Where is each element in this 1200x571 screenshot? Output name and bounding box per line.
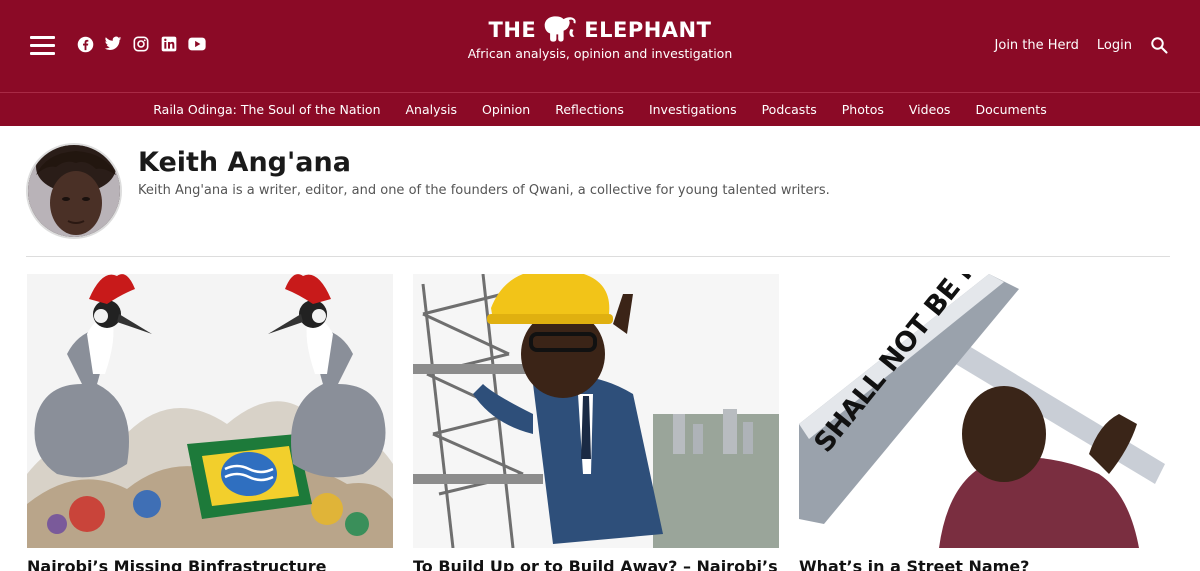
elephant-icon: [544, 16, 576, 42]
logo-text-elephant: ELEPHANT: [584, 18, 712, 42]
article-title[interactable]: What’s in a Street Name?: [799, 557, 1165, 571]
article-card[interactable]: SHALL NOT BE NAMED What’s in a Street Na…: [799, 274, 1165, 571]
nav-item-photos[interactable]: Photos: [829, 102, 896, 117]
article-title[interactable]: Nairobi’s Missing Binfrastructure: [27, 557, 393, 571]
article-card[interactable]: To Build Up or to Build Away? – Nairobi’…: [413, 274, 779, 571]
article-image-street-sign[interactable]: SHALL NOT BE NAMED: [799, 274, 1165, 548]
logo-text-the: THE: [488, 18, 537, 42]
nav-item-reflections[interactable]: Reflections: [543, 102, 637, 117]
nav-item-investigations[interactable]: Investigations: [636, 102, 749, 117]
article-card[interactable]: Nairobi’s Missing Binfrastructure: [27, 274, 393, 571]
avatar: [26, 143, 122, 239]
author-bio: Keith Ang'ana is a writer, editor, and o…: [138, 183, 830, 198]
nav-item-videos[interactable]: Videos: [896, 102, 963, 117]
nav-item-analysis[interactable]: Analysis: [393, 102, 470, 117]
search-icon[interactable]: [1150, 36, 1168, 54]
article-image-cranes[interactable]: [27, 274, 393, 548]
join-the-herd-link[interactable]: Join the Herd: [995, 38, 1079, 53]
nav-item-raila-odinga[interactable]: Raila Odinga: The Soul of the Nation: [141, 102, 393, 117]
author-name: Keith Ang'ana: [138, 147, 351, 178]
article-image-scaffolding[interactable]: [413, 274, 779, 548]
login-link[interactable]: Login: [1097, 38, 1132, 53]
article-title[interactable]: To Build Up or to Build Away? – Nairobi’…: [413, 557, 779, 571]
account-links: Join the Herd Login: [995, 36, 1168, 54]
nav-item-opinion[interactable]: Opinion: [470, 102, 543, 117]
nav-item-documents[interactable]: Documents: [963, 102, 1059, 117]
author-profile: Keith Ang'ana Keith Ang'ana is a writer,…: [26, 143, 1170, 257]
nav-item-podcasts[interactable]: Podcasts: [749, 102, 829, 117]
site-header: THE ELEPHANT African analysis, opinion a…: [0, 0, 1200, 92]
main-nav: Raila Odinga: The Soul of the Nation Ana…: [0, 92, 1200, 126]
